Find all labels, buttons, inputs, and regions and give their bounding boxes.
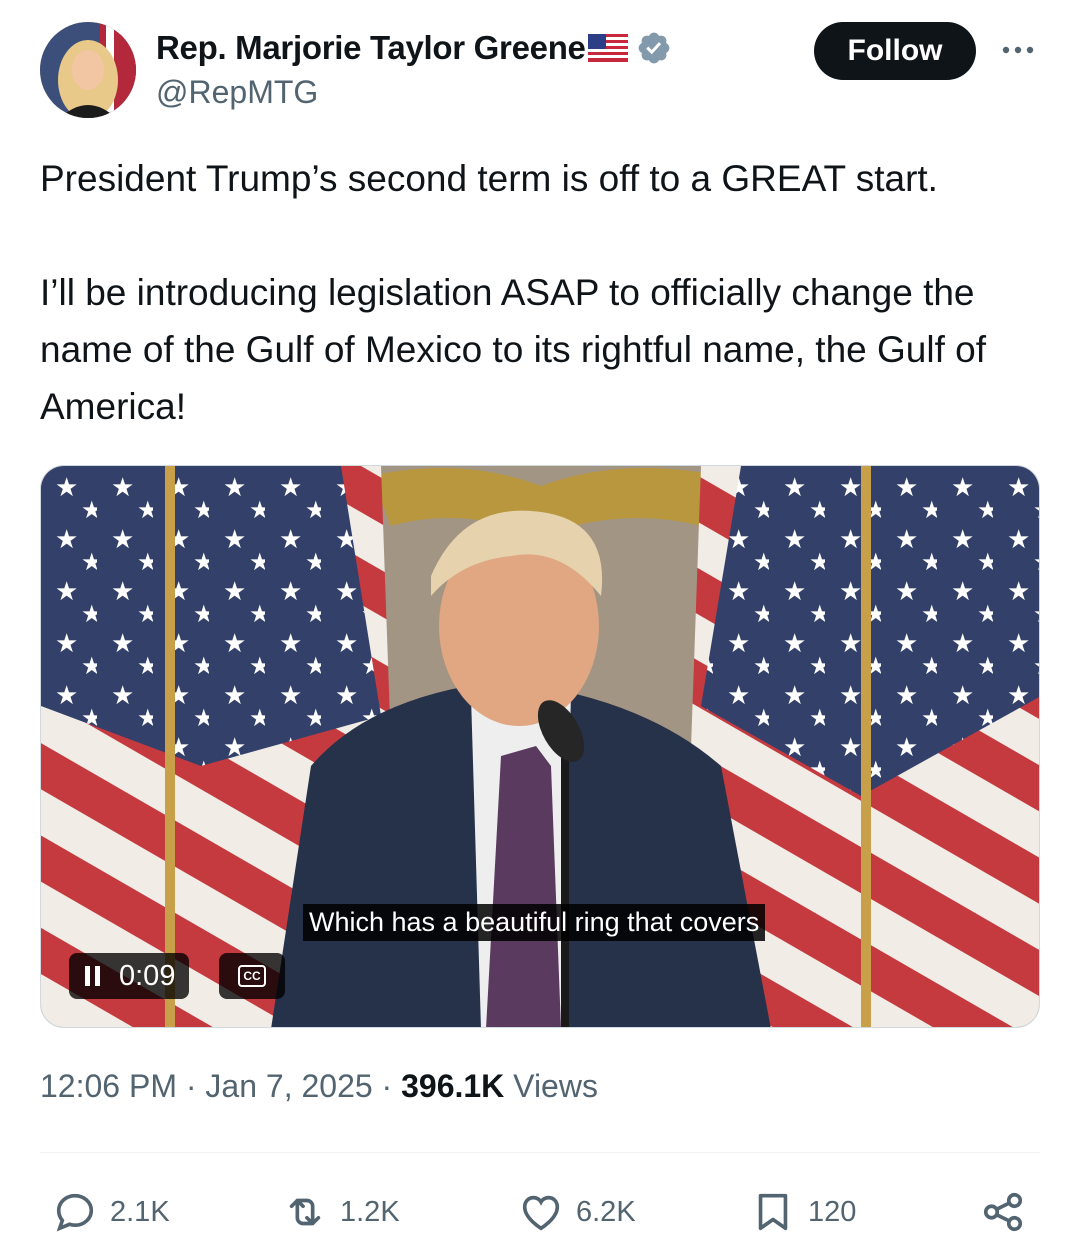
repost-count: 1.2K	[340, 1195, 400, 1228]
like-button[interactable]: 6.2K	[518, 1182, 636, 1242]
reply-button[interactable]: 2.1K	[52, 1182, 170, 1242]
author-display-name[interactable]: Rep. Marjorie Taylor Greene	[156, 29, 586, 67]
like-count: 6.2K	[576, 1195, 636, 1228]
tweet-date[interactable]: Jan 7, 2025	[205, 1068, 372, 1104]
bookmark-button[interactable]: 120	[750, 1182, 856, 1242]
verified-badge-icon[interactable]	[636, 30, 672, 66]
tweet-action-bar: 2.1K 1.2K 6.2K 120	[0, 1182, 1080, 1242]
author-avatar[interactable]	[40, 22, 136, 118]
playback-controls: 0:09	[69, 953, 190, 999]
heart-icon	[522, 1195, 560, 1231]
video-timecode: 0:09	[119, 959, 176, 992]
author-handle[interactable]: @RepMTG	[156, 74, 318, 111]
follow-button[interactable]: Follow	[814, 22, 976, 80]
author-name-row: Rep. Marjorie Taylor Greene	[156, 26, 672, 70]
avatar-image	[40, 22, 136, 118]
video-caption: Which has a beautiful ring that covers	[303, 904, 766, 941]
repost-button[interactable]: 1.2K	[282, 1182, 400, 1242]
tweet-paragraph-2: I’ll be introducing legislation ASAP to …	[40, 272, 987, 427]
meta-separator: ·	[381, 1068, 393, 1104]
views-label: Views	[513, 1068, 598, 1104]
closed-captions-button[interactable]: CC	[219, 953, 285, 999]
share-button[interactable]	[980, 1182, 1026, 1242]
share-icon	[983, 1192, 1023, 1232]
us-flag-emoji-icon	[587, 34, 628, 62]
tweet-meta: 12:06 PM · Jan 7, 2025 · 396.1K Views	[40, 1068, 598, 1105]
repost-icon	[289, 1198, 321, 1226]
reply-count: 2.1K	[110, 1195, 170, 1228]
bookmark-icon	[758, 1193, 788, 1231]
meta-separator: ·	[185, 1068, 197, 1104]
tweet-paragraph-1: President Trump’s second term is off to …	[40, 158, 938, 199]
video-player[interactable]: ★ ★ Which has a beautiful ring that cove…	[40, 465, 1040, 1028]
pause-icon[interactable]	[83, 965, 103, 987]
more-options-icon[interactable]	[1000, 42, 1036, 58]
video-frame: ★ ★	[41, 466, 1039, 1027]
divider	[40, 1152, 1040, 1153]
closed-captions-icon: CC	[238, 965, 266, 987]
reply-icon	[56, 1193, 94, 1232]
views-count: 396.1K	[401, 1068, 505, 1104]
tweet-time[interactable]: 12:06 PM	[40, 1068, 177, 1104]
bookmark-count: 120	[808, 1195, 857, 1228]
tweet-text: President Trump’s second term is off to …	[40, 150, 1050, 435]
